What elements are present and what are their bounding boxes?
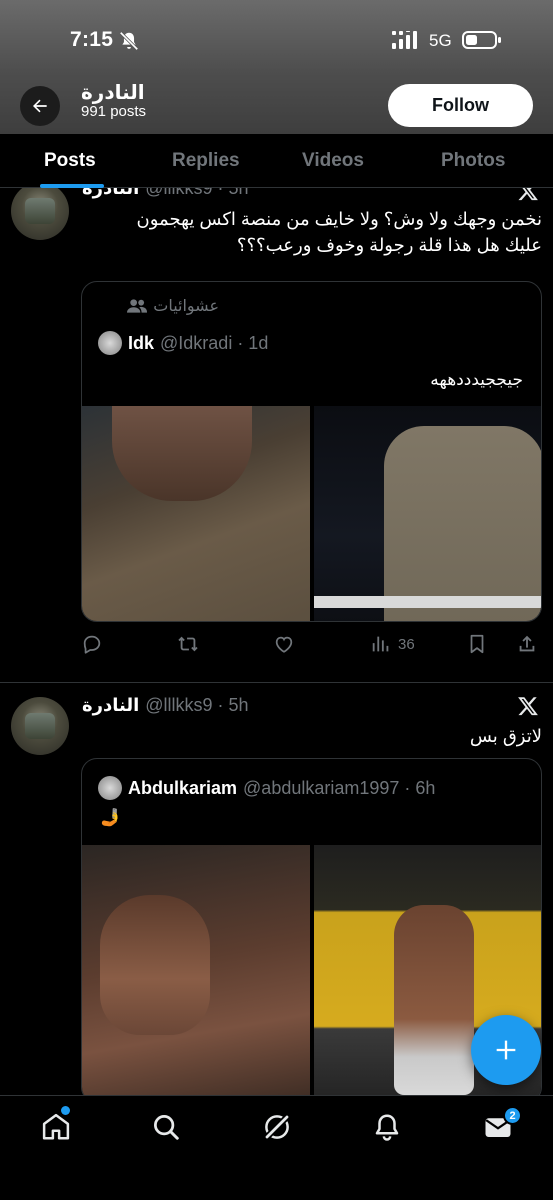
quoted-author-name: Abdulkariam <box>128 777 238 798</box>
media-image[interactable] <box>82 845 310 1095</box>
posts-count: 991 posts <box>81 103 147 120</box>
views-count: 36 <box>398 635 415 653</box>
notifications-icon[interactable] <box>372 1112 402 1142</box>
author-name: النادرة <box>82 695 140 715</box>
quoted-author[interactable]: Idk @Idkradi · 1d <box>98 331 268 355</box>
x-logo-icon <box>518 188 538 201</box>
bottom-navigation: 2 <box>0 1095 553 1200</box>
bell-mute-icon <box>119 31 139 51</box>
people-icon <box>127 299 148 313</box>
bookmark-button[interactable] <box>466 633 488 655</box>
media-image[interactable] <box>313 406 541 621</box>
share-button[interactable] <box>516 633 538 655</box>
post[interactable]: النادرة @lllkks9 · 5h لاتزق بس Abdulkari… <box>0 683 553 1095</box>
profile-header: 7:15 5G النادرة 991 posts Follow <box>0 0 553 134</box>
tab-replies[interactable]: Replies <box>172 150 240 172</box>
quoted-avatar <box>98 331 122 355</box>
follow-button[interactable]: Follow <box>388 84 533 127</box>
grok-icon[interactable] <box>262 1112 292 1142</box>
post-text-line: نخمن وجهك ولا وش؟ ولا خايف من منصة اكس ي… <box>136 209 542 229</box>
compose-button[interactable] <box>471 1015 541 1085</box>
active-tab-indicator <box>40 184 104 188</box>
post-author[interactable]: النادرة @lllkks9 · 5h <box>82 188 249 199</box>
messages-badge: 2 <box>503 1106 522 1125</box>
quoted-text: جيججيدددههه <box>430 370 523 389</box>
community-name: عشوائيات <box>153 298 219 315</box>
quoted-handle-time: @abdulkariam1997 · 6h <box>243 777 436 798</box>
author-name: النادرة <box>82 188 140 198</box>
views-icon <box>372 636 389 652</box>
post-text: نخمن وجهك ولا وش؟ ولا خايف من منصة اكس ي… <box>82 206 542 258</box>
home-icon[interactable] <box>41 1112 71 1142</box>
status-time: 7:15 <box>70 28 114 51</box>
quoted-text: 🤳 <box>100 808 122 827</box>
post-text: لاتزق بس <box>469 726 542 746</box>
back-button[interactable] <box>20 86 60 126</box>
post[interactable]: النادرة @lllkks9 · 5h نخمن وجهك ولا وش؟ … <box>0 188 553 682</box>
profile-name: النادرة <box>81 82 145 104</box>
reply-button[interactable] <box>81 633 103 655</box>
search-icon[interactable] <box>151 1112 181 1142</box>
community-label[interactable]: عشوائيات <box>127 296 219 316</box>
tab-videos[interactable]: Videos <box>302 150 364 172</box>
quoted-avatar <box>98 776 122 800</box>
quoted-author[interactable]: Abdulkariam @abdulkariam1997 · 6h <box>98 776 435 800</box>
tab-posts[interactable]: Posts <box>44 150 96 172</box>
avatar[interactable] <box>11 188 69 240</box>
author-handle-time: @lllkks9 · 5h <box>145 695 249 715</box>
post-actions: 36 <box>0 633 553 659</box>
profile-tabs: Posts Replies Videos Photos <box>0 134 553 188</box>
quoted-author-name: Idk <box>128 332 155 353</box>
retweet-button[interactable] <box>177 633 199 655</box>
quoted-media[interactable] <box>82 406 541 621</box>
battery-icon <box>462 31 501 49</box>
plus-icon <box>496 1040 516 1060</box>
retweet-icon <box>178 636 198 652</box>
share-icon <box>519 635 535 652</box>
like-button[interactable] <box>273 633 295 655</box>
like-icon <box>275 636 293 653</box>
views-stat[interactable]: 36 <box>370 633 415 655</box>
post-text-line: عليك هل هذا قلة رجولة وخوف ورعب؟؟؟ <box>236 235 542 255</box>
x-logo-icon <box>518 697 538 716</box>
reply-icon <box>83 635 101 654</box>
back-arrow-icon <box>33 99 47 113</box>
tab-photos[interactable]: Photos <box>441 150 505 172</box>
home-notification-dot <box>61 1106 70 1115</box>
post-author[interactable]: النادرة @lllkks9 · 5h <box>82 695 249 716</box>
status-bar: 7:15 5G <box>0 0 553 82</box>
posts-feed[interactable]: النادرة @lllkks9 · 5h نخمن وجهك ولا وش؟ … <box>0 188 553 1095</box>
network-label: 5G <box>429 31 452 50</box>
author-handle-time: @lllkks9 · 5h <box>145 188 249 198</box>
media-image[interactable] <box>82 406 310 621</box>
signal-icon <box>392 31 417 49</box>
bookmark-icon <box>470 634 484 654</box>
avatar[interactable] <box>11 697 69 755</box>
quoted-handle-time: @Idkradi · 1d <box>160 332 269 353</box>
quoted-post[interactable]: عشوائيات Idk @Idkradi · 1d جيججيدددههه <box>81 281 542 622</box>
